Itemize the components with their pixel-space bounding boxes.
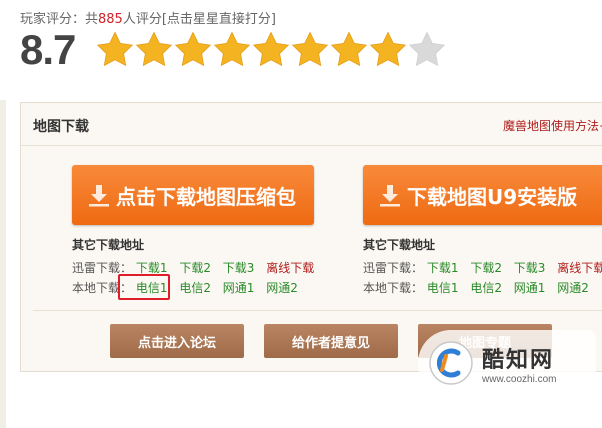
watermark-url: www.coozhi.com bbox=[482, 373, 557, 385]
local-link-telecom-2[interactable]: 电信2 bbox=[470, 281, 502, 295]
rating-stars[interactable] bbox=[96, 31, 446, 67]
local-link-netcom-2[interactable]: 网通2 bbox=[266, 281, 298, 295]
panel-title: 地图下载 bbox=[33, 119, 89, 135]
star-icon[interactable] bbox=[174, 31, 212, 67]
thunder-label: 迅雷下载： bbox=[72, 261, 133, 275]
thunder-download-row: 迅雷下载： 下载1 下载2 下载3 离线下载 bbox=[363, 259, 602, 276]
download-zip-button[interactable]: 点击下载地图压缩包 bbox=[72, 165, 314, 225]
local-download-row: 本地下载： 电信1 电信2 网通1 网通2 bbox=[72, 279, 306, 296]
watermark-name: 酷知网 bbox=[482, 347, 555, 373]
local-label: 本地下载： bbox=[363, 281, 424, 295]
star-icon[interactable] bbox=[408, 31, 446, 67]
thunder-link-3[interactable]: 下载3 bbox=[514, 261, 546, 275]
star-icon[interactable] bbox=[252, 31, 290, 67]
download-zip-label: 点击下载地图压缩包 bbox=[116, 184, 296, 209]
rating-count: 885 bbox=[98, 12, 123, 27]
download-u9-button[interactable]: 下载地图U9安装版 bbox=[363, 165, 602, 225]
rating-suffix[interactable]: 人评分[点击星星直接打分] bbox=[123, 12, 276, 27]
divider bbox=[33, 310, 602, 311]
download-icon bbox=[380, 185, 400, 207]
thunder-link-1[interactable]: 下载1 bbox=[427, 261, 459, 275]
thunder-link-1[interactable]: 下载1 bbox=[136, 261, 168, 275]
download-icon bbox=[89, 185, 109, 207]
forum-button[interactable]: 点击进入论坛 bbox=[110, 324, 244, 358]
star-icon[interactable] bbox=[291, 31, 329, 67]
panel-header: 地图下载 魔兽地图使用方法+ bbox=[21, 103, 602, 146]
other-links-title: 其它下载地址 bbox=[363, 238, 436, 252]
offline-download-link[interactable]: 离线下载 bbox=[266, 261, 314, 275]
download-u9-label: 下载地图U9安装版 bbox=[407, 184, 578, 209]
star-icon[interactable] bbox=[330, 31, 368, 67]
coozhi-logo-icon bbox=[429, 341, 473, 385]
rating-score: 8.7 bbox=[20, 26, 76, 73]
thunder-download-row: 迅雷下载： 下载1 下载2 下载3 离线下载 bbox=[72, 259, 322, 276]
star-icon[interactable] bbox=[213, 31, 251, 67]
local-link-telecom-1[interactable]: 电信1 bbox=[427, 281, 459, 295]
star-icon[interactable] bbox=[96, 31, 134, 67]
thunder-label: 迅雷下载： bbox=[363, 261, 424, 275]
thunder-link-2[interactable]: 下载2 bbox=[179, 261, 211, 275]
local-link-netcom-1[interactable]: 网通1 bbox=[223, 281, 255, 295]
feedback-button[interactable]: 给作者提意见 bbox=[264, 324, 398, 358]
local-link-telecom-2[interactable]: 电信2 bbox=[179, 281, 211, 295]
thunder-link-3[interactable]: 下载3 bbox=[223, 261, 255, 275]
local-link-netcom-2[interactable]: 网通2 bbox=[557, 281, 589, 295]
local-link-netcom-1[interactable]: 网通1 bbox=[514, 281, 546, 295]
watermark: 酷知网 www.coozhi.com bbox=[418, 330, 596, 396]
thunder-link-2[interactable]: 下载2 bbox=[470, 261, 502, 275]
left-edge-border bbox=[0, 100, 6, 428]
help-link[interactable]: 魔兽地图使用方法+ bbox=[503, 117, 602, 134]
star-icon[interactable] bbox=[369, 31, 407, 67]
star-icon[interactable] bbox=[135, 31, 173, 67]
offline-download-link[interactable]: 离线下载 bbox=[557, 261, 602, 275]
highlight-annotation bbox=[118, 274, 170, 300]
rating-prefix: 玩家评分：共 bbox=[20, 12, 99, 27]
other-links-title: 其它下载地址 bbox=[72, 238, 145, 252]
local-download-row: 本地下载： 电信1 电信2 网通1 网通2 bbox=[363, 279, 597, 296]
rating-summary: 玩家评分：共885人评分[点击星星直接打分] bbox=[20, 8, 276, 27]
